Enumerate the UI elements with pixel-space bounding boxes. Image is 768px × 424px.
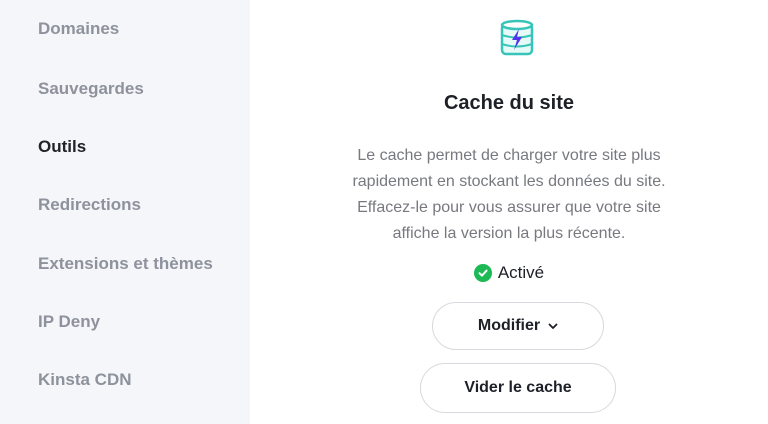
clear-cache-button-label: Vider le cache [464, 379, 572, 396]
cache-description: Le cache permet de charger votre site pl… [320, 143, 698, 247]
clear-cache-button[interactable]: Vider le cache [420, 363, 616, 413]
sidebar: Domaines Sauvegardes Outils Redirections… [0, 0, 250, 424]
check-circle-icon [473, 264, 492, 282]
sidebar-item-sauvegardes[interactable]: Sauvegardes [38, 79, 144, 99]
sidebar-item-redirections[interactable]: Redirections [38, 195, 141, 215]
status-label: Activé [497, 263, 545, 282]
sidebar-item-ip-deny[interactable]: IP Deny [38, 312, 100, 332]
description-line: affiche la version la plus récente. [392, 225, 626, 242]
sidebar-item-extensions-themes[interactable]: Extensions et thèmes [38, 254, 213, 274]
cache-panel: Cache du site Le cache permet de charger… [250, 0, 768, 424]
sidebar-item-domaines[interactable]: Domaines [38, 19, 119, 39]
database-bolt-icon [499, 19, 535, 59]
sidebar-item-outils[interactable]: Outils [38, 137, 86, 157]
description-line: rapidement en stockant les données du si… [352, 173, 666, 190]
description-line: Effacez-le pour vous assurer que votre s… [357, 199, 661, 216]
sidebar-item-kinsta-cdn[interactable]: Kinsta CDN [38, 370, 132, 390]
description-line: Le cache permet de charger votre site pl… [357, 147, 661, 164]
modify-button[interactable]: Modifier [432, 302, 604, 350]
chevron-down-icon [548, 323, 558, 330]
modify-button-label: Modifier [477, 317, 541, 334]
status-badge: Activé [250, 263, 768, 283]
page-title: Cache du site [443, 92, 575, 114]
